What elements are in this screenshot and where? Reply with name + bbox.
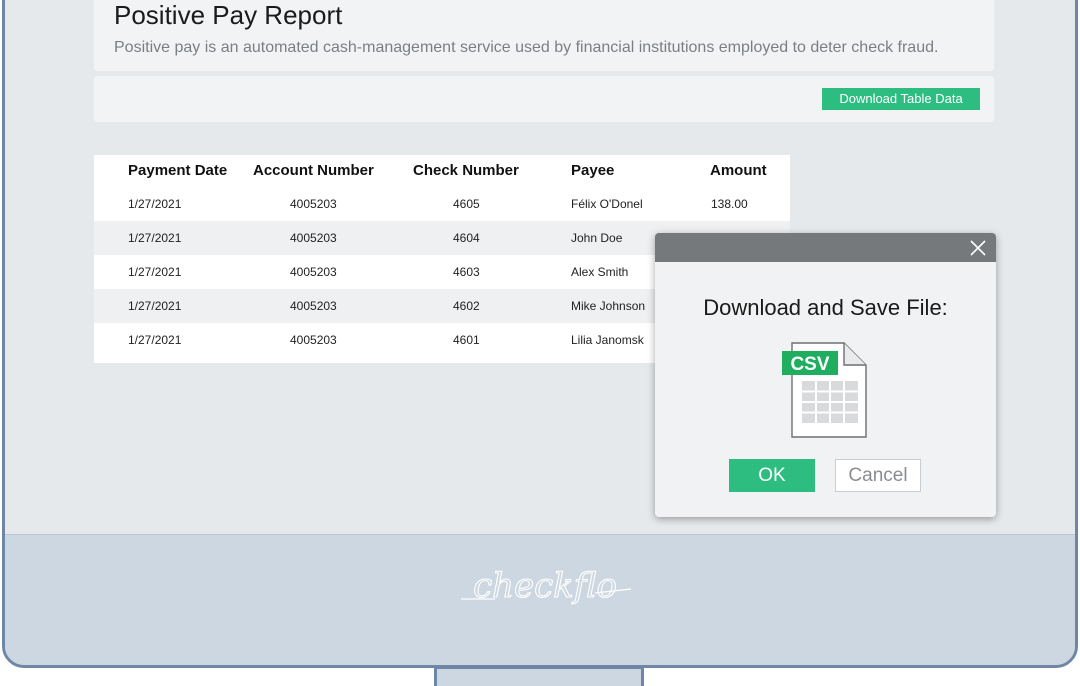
table-row[interactable]: 1/27/2021 4005203 4605 Félix O'Donel 138…: [94, 187, 790, 221]
csv-badge-label: CSV: [790, 354, 829, 375]
column-header-payee: Payee: [571, 162, 615, 179]
cell-payment-date: 1/27/2021: [128, 265, 182, 279]
cell-payee: Mike Johnson: [571, 299, 646, 313]
download-dialog: Download and Save File: CSV OK Cancel: [655, 233, 996, 517]
column-header-payment-date: Payment Date: [128, 162, 228, 179]
cell-amount: 138.00: [711, 197, 748, 211]
cell-check-number: 4602: [453, 299, 480, 313]
cell-payee: John Doe: [571, 231, 623, 245]
ok-button[interactable]: OK: [729, 459, 815, 492]
page-subtitle: Positive pay is an automated cash-manage…: [114, 39, 939, 56]
cell-payee: Alex Smith: [571, 265, 629, 279]
cell-check-number: 4605: [453, 197, 480, 211]
brand-wordmark: checkflo: [473, 566, 617, 606]
csv-file-icon: CSV: [782, 342, 867, 438]
cell-payment-date: 1/27/2021: [128, 197, 182, 211]
cell-payment-date: 1/27/2021: [128, 299, 182, 313]
cell-payee: Félix O'Donel: [571, 197, 643, 211]
monitor-stand: [434, 666, 644, 686]
column-header-amount: Amount: [710, 162, 767, 179]
report-header: Positive Pay Report Positive pay is an a…: [94, 0, 994, 71]
cell-check-number: 4604: [453, 231, 480, 245]
monitor-frame: Positive Pay Report Positive pay is an a…: [2, 0, 1078, 668]
dialog-title: Download and Save File:: [703, 295, 948, 320]
cell-account-number: 4005203: [290, 231, 337, 245]
close-icon[interactable]: [966, 236, 990, 260]
cell-account-number: 4005203: [290, 333, 337, 347]
cell-account-number: 4005203: [290, 299, 337, 313]
monitor-bezel: checkflo: [5, 534, 1075, 665]
cell-payment-date: 1/27/2021: [128, 231, 182, 245]
cancel-button[interactable]: Cancel: [835, 459, 921, 492]
column-header-check-number: Check Number: [413, 162, 519, 179]
column-header-account-number: Account Number: [253, 162, 374, 179]
dialog-title-bar: [655, 233, 996, 262]
cell-account-number: 4005203: [290, 197, 337, 211]
cell-account-number: 4005203: [290, 265, 337, 279]
cell-check-number: 4603: [453, 265, 480, 279]
cell-payee: Lilia Janomsk: [571, 333, 644, 347]
page-title: Positive Pay Report: [114, 0, 343, 30]
checkflo-logo: checkflo: [461, 565, 632, 607]
cell-check-number: 4601: [453, 333, 480, 347]
cell-payment-date: 1/27/2021: [128, 333, 182, 347]
download-table-data-button[interactable]: Download Table Data: [822, 88, 980, 110]
toolbar: Download Table Data: [94, 76, 994, 122]
